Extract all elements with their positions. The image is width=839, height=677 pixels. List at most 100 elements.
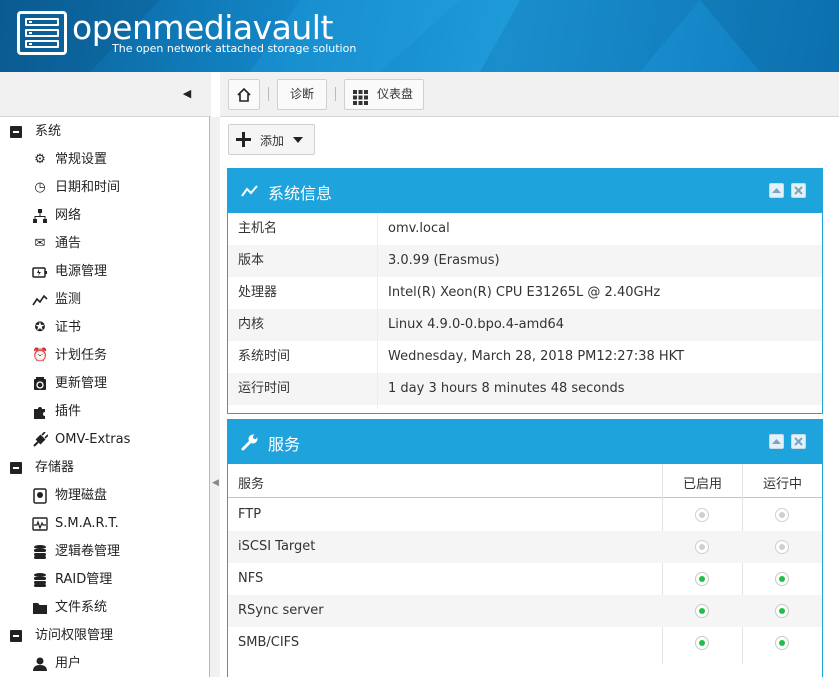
nav-item-label: 通告 — [55, 236, 82, 251]
app-header: openmediavault The open network attached… — [0, 0, 839, 72]
table-row[interactable]: SMB/CIFS — [228, 627, 822, 659]
nav-group-label: 访问权限管理 — [35, 628, 114, 643]
system-info-widget: 系统信息 主机名 omv.local 版本 3.0.99 (Erasmus) 处… — [227, 168, 823, 414]
system-info-title: 系统信息 — [268, 184, 333, 203]
info-value: 3.0.99 (Erasmus) — [388, 253, 500, 268]
nav-item-plugins[interactable]: 插件 — [0, 398, 209, 426]
nav-item-notification[interactable]: ✉ 通告 — [0, 230, 209, 258]
info-value: Wednesday, March 28, 2018 PM12:27:38 HKT — [388, 349, 685, 364]
info-row-kernel: 内核 Linux 4.9.0-0.bpo.4-amd64 — [228, 309, 822, 341]
nav-item-label: 证书 — [55, 320, 82, 335]
nav-item-label: 网络 — [55, 208, 82, 223]
running-status-icon — [775, 572, 789, 586]
plus-icon — [236, 132, 251, 151]
nav-group-storage[interactable]: 存储器 — [0, 454, 209, 482]
clock-icon: ◷ — [34, 180, 46, 195]
update-icon — [32, 376, 48, 392]
nav-group-access-rights[interactable]: 访问权限管理 — [0, 622, 209, 650]
nav-group-label: 系统 — [35, 124, 62, 139]
caret-down-icon — [293, 137, 303, 143]
table-row[interactable]: RSync server — [228, 595, 822, 627]
service-name: iSCSI Target — [238, 539, 316, 554]
toolbar-separator — [268, 87, 269, 101]
info-key: 主机名 — [238, 221, 278, 236]
network-icon — [32, 208, 48, 224]
info-row-version: 版本 3.0.99 (Erasmus) — [228, 245, 822, 277]
add-button[interactable]: 添加 — [228, 124, 315, 155]
dashboard-label: 仪表盘 — [377, 87, 414, 101]
gears-icon: ⚙ — [34, 152, 46, 167]
splitter-collapse-icon[interactable]: ◀ — [212, 478, 219, 488]
service-name: FTP — [238, 507, 262, 522]
table-row[interactable]: NFS — [228, 563, 822, 595]
info-value: Intel(R) Xeon(R) CPU E31265L @ 2.40GHz — [388, 285, 661, 300]
nav-item-smart[interactable]: S.M.A.R.T. — [0, 510, 209, 538]
nav-item-power[interactable]: 电源管理 — [0, 258, 209, 286]
info-key: 内核 — [238, 317, 265, 332]
enabled-status-icon — [695, 604, 709, 618]
grid-icon — [353, 87, 368, 105]
service-name: RSync server — [238, 603, 324, 618]
services-widget: 服务 服务 已启用 运行中 FTP iSCSI Target NFS RSync… — [227, 419, 823, 677]
table-row[interactable]: iSCSI Target — [228, 531, 822, 563]
nav-item-certificates[interactable]: ✪ 证书 — [0, 314, 209, 342]
column-header-service[interactable]: 服务 — [238, 473, 264, 492]
nav-splitter[interactable] — [210, 117, 220, 677]
collapse-toggle-icon[interactable] — [10, 462, 22, 474]
nav-item-scheduled-jobs[interactable]: ⏰ 计划任务 — [0, 342, 209, 370]
chart-line-icon — [32, 292, 48, 308]
user-icon — [32, 656, 48, 672]
close-widget-button[interactable] — [791, 434, 806, 449]
info-row-hostname: 主机名 omv.local — [228, 213, 822, 245]
close-widget-button[interactable] — [791, 183, 806, 198]
column-header-running[interactable]: 运行中 — [763, 473, 802, 492]
table-row[interactable]: FTP — [228, 499, 822, 531]
collapse-toggle-icon[interactable] — [10, 630, 22, 642]
home-button[interactable] — [228, 79, 260, 110]
info-value: Linux 4.9.0-0.bpo.4-amd64 — [388, 317, 565, 332]
info-value: 1 day 3 hours 8 minutes 48 seconds — [388, 381, 625, 396]
nav-item-general-settings[interactable]: ⚙ 常规设置 — [0, 146, 209, 174]
database-icon — [32, 544, 48, 560]
collapse-nav-icon[interactable]: ◀ — [180, 87, 194, 101]
nav-item-update-management[interactable]: 更新管理 — [0, 370, 209, 398]
nav-item-filesystems[interactable]: 文件系统 — [0, 594, 209, 622]
nav-item-network[interactable]: 网络 — [0, 202, 209, 230]
nav-item-users[interactable]: 用户 — [0, 650, 209, 677]
info-key: 版本 — [238, 253, 265, 268]
info-row-system-time: 系统时间 Wednesday, March 28, 2018 PM12:27:3… — [228, 341, 822, 373]
column-divider — [377, 213, 378, 409]
info-row-uptime: 运行时间 1 day 3 hours 8 minutes 48 seconds — [228, 373, 822, 405]
enabled-status-icon — [695, 540, 709, 554]
collapse-toggle-icon[interactable] — [10, 126, 22, 138]
nav-item-date-time[interactable]: ◷ 日期和时间 — [0, 174, 209, 202]
nav-item-label: 物理磁盘 — [55, 488, 108, 503]
nav-item-label: 逻辑卷管理 — [55, 544, 121, 559]
certificate-icon: ✪ — [34, 320, 46, 335]
running-status-icon — [775, 508, 789, 522]
puzzle-icon — [32, 404, 48, 420]
dashboard-button[interactable]: 仪表盘 — [344, 79, 424, 110]
info-key: 系统时间 — [238, 349, 291, 364]
nav-item-label: 文件系统 — [55, 600, 108, 615]
nav-item-label: 日期和时间 — [55, 180, 121, 195]
nav-item-lvm[interactable]: 逻辑卷管理 — [0, 538, 209, 566]
folder-icon — [32, 600, 48, 616]
nav-item-label: 计划任务 — [55, 348, 108, 363]
home-icon — [236, 87, 252, 106]
services-table-header: 服务 已启用 运行中 — [228, 464, 822, 498]
info-key: 运行时间 — [238, 381, 291, 396]
collapse-widget-button[interactable] — [769, 434, 784, 449]
nav-item-physical-disks[interactable]: 物理磁盘 — [0, 482, 209, 510]
collapse-widget-button[interactable] — [769, 183, 784, 198]
info-value: omv.local — [388, 221, 450, 236]
nav-group-label: 存储器 — [35, 460, 75, 475]
nav-item-omv-extras[interactable]: OMV-Extras — [0, 426, 209, 454]
diagnostics-button[interactable]: 诊断 — [277, 79, 327, 110]
column-header-enabled[interactable]: 已启用 — [683, 473, 722, 492]
nav-item-monitoring[interactable]: 监测 — [0, 286, 209, 314]
nav-group-system[interactable]: 系统 — [0, 118, 209, 146]
alarm-clock-icon: ⏰ — [32, 348, 49, 363]
brand-tagline: The open network attached storage soluti… — [112, 42, 357, 55]
nav-item-raid[interactable]: RAID管理 — [0, 566, 209, 594]
